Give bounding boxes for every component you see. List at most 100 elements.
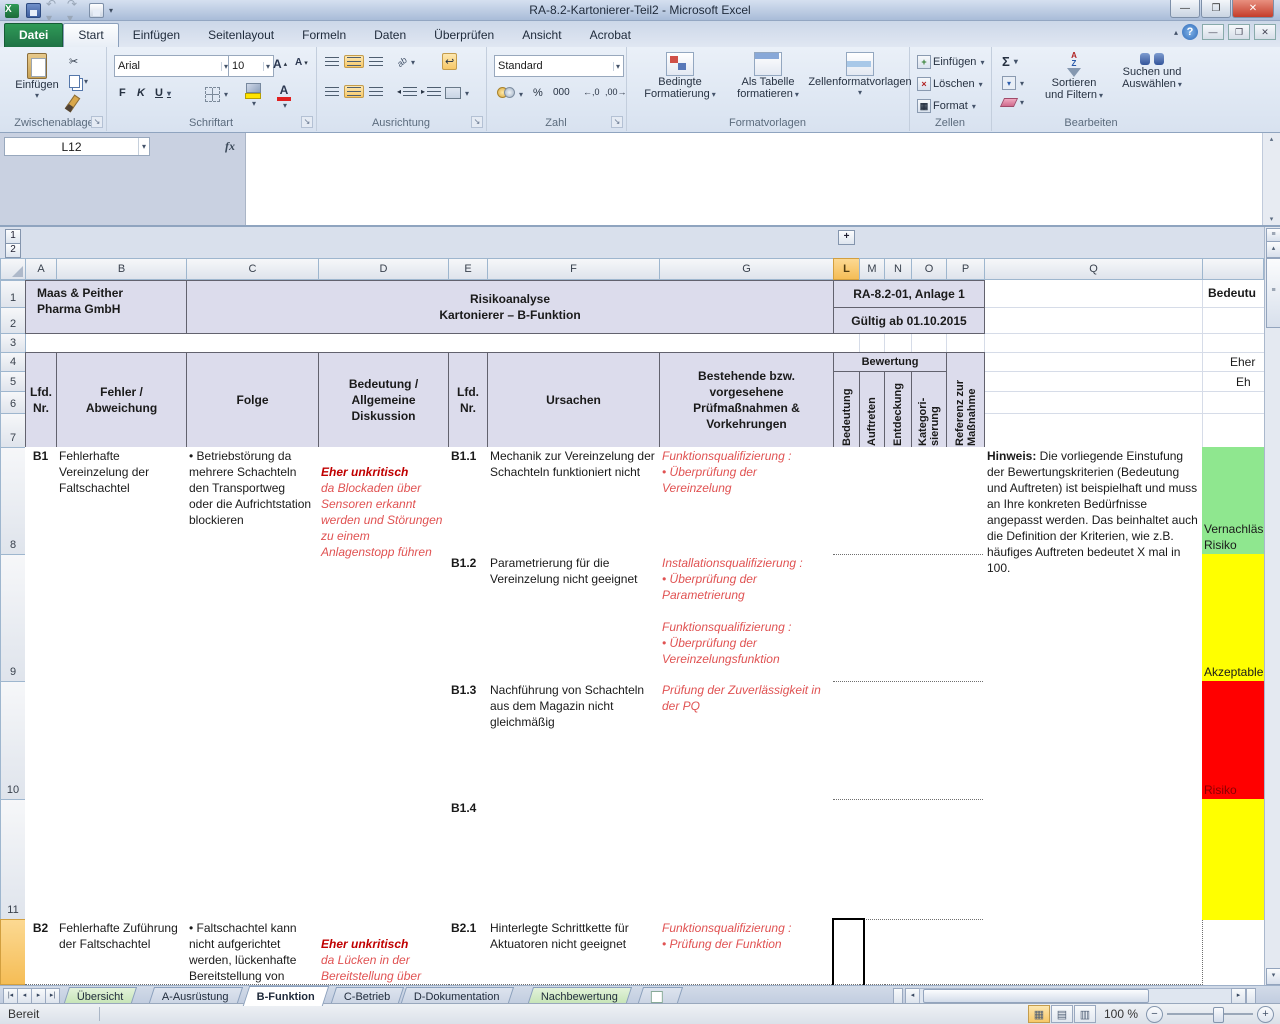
header-lfd-nr[interactable]: Lfd. Nr.: [25, 352, 57, 448]
font-color-button[interactable]: A: [274, 81, 294, 112]
header-v-auftreten[interactable]: Auftreten: [859, 371, 885, 448]
cell-b1-4-ursache[interactable]: [487, 799, 660, 920]
clear-button[interactable]: [999, 96, 1027, 109]
cell-b1-bewertung[interactable]: Eher unkritischda Blockaden über Sensore…: [318, 447, 449, 920]
insert-cells-button[interactable]: +Einfügen: [914, 53, 987, 71]
dialog-launcher-zwischenablage[interactable]: ↘: [91, 116, 103, 128]
cell-b1-2-id[interactable]: B1.2: [448, 554, 488, 682]
tab-splitter[interactable]: [893, 988, 903, 1004]
align-center-button[interactable]: [344, 85, 364, 98]
zoom-slider-thumb[interactable]: [1213, 1007, 1224, 1023]
col-header-A[interactable]: A: [25, 258, 57, 280]
view-page-break-icon[interactable]: ▥: [1074, 1005, 1096, 1023]
decrease-indent-button[interactable]: ◂: [394, 85, 420, 98]
row-header-9[interactable]: 9: [0, 554, 26, 682]
header-pruefmassnahmen[interactable]: Bestehende bzw. vorgesehene Prüfmaßnahme…: [659, 352, 834, 448]
formula-bar-scrollbar[interactable]: ▴▾: [1262, 133, 1280, 225]
header-v-entdeckung[interactable]: Entdeckung: [884, 371, 912, 448]
italic-button[interactable]: K: [134, 85, 148, 101]
sheet-tab-b-funktion[interactable]: B-Funktion: [243, 986, 330, 1006]
fill-button[interactable]: ▾: [999, 74, 1027, 92]
increase-decimal-button[interactable]: ←,0: [580, 85, 603, 99]
cell-b1-3-massnahme[interactable]: Prüfung der Zuverlässigkeit in der PQ: [659, 681, 834, 800]
view-page-layout-icon[interactable]: ▤: [1051, 1005, 1073, 1023]
cell-fragment-eher[interactable]: Eher: [1227, 353, 1264, 371]
cell-b1-3-id[interactable]: B1.3: [448, 681, 488, 800]
format-as-table-button[interactable]: Als Tabelle formatieren: [724, 49, 812, 103]
find-select-button[interactable]: Suchen und Auswählen: [1111, 49, 1193, 93]
cell-b1-2-massnahme[interactable]: Installationsqualifizierung : • Überprüf…: [659, 554, 834, 682]
cell-b1-fehler[interactable]: Fehlerhafte Vereinzelung der Faltschacht…: [56, 447, 187, 920]
cell-b1-3-ursache[interactable]: Nachführung von Schachteln aus dem Magaz…: [487, 681, 660, 800]
cell-valid-from[interactable]: Gültig ab 01.10.2015: [833, 307, 985, 334]
increase-indent-button[interactable]: ▸: [418, 85, 444, 98]
col-header-R-partial[interactable]: [1202, 258, 1264, 280]
borders-button[interactable]: [202, 85, 231, 104]
header-bedeutung[interactable]: Bedeutung / Allgemeine Diskussion: [318, 352, 449, 448]
workbook-restore-icon[interactable]: ❐: [1228, 24, 1250, 40]
conditional-formatting-button[interactable]: Bedingte Formatierung: [634, 49, 726, 103]
workbook-minimize-icon[interactable]: —: [1202, 24, 1224, 40]
cell-risk-red[interactable]: Risiko: [1202, 681, 1264, 800]
save-icon[interactable]: [25, 3, 41, 19]
horizontal-scrollbar[interactable]: [919, 988, 1232, 1004]
dialog-launcher-schriftart[interactable]: ↘: [301, 116, 313, 128]
cell-b2-folge[interactable]: • Faltschachtel kann nicht aufgerichtet …: [186, 919, 319, 985]
cell-main-title[interactable]: Risikoanalyse Kartonierer – B-Funktion: [186, 280, 834, 334]
rating-col-M[interactable]: [859, 447, 885, 985]
merge-center-button[interactable]: [442, 85, 472, 101]
col-header-D[interactable]: D: [318, 258, 449, 280]
select-all-corner[interactable]: [0, 258, 26, 280]
view-normal-icon[interactable]: ▦: [1028, 1005, 1050, 1023]
cell-b2-1-ursache[interactable]: Hinterlegte Schrittkette für Aktuatoren …: [487, 919, 660, 985]
comma-style-button[interactable]: 000: [550, 85, 573, 100]
header-lfd-nr-2[interactable]: Lfd. Nr.: [448, 352, 488, 448]
outline-level-1-button[interactable]: 1: [5, 229, 21, 244]
cell-b1-1-ursache[interactable]: Mechanik zur Vereinzelung der Schachteln…: [487, 447, 660, 555]
header-v-kategorisierung[interactable]: Kategori- sierung: [911, 371, 947, 448]
decrease-font-button[interactable]: A▾: [292, 55, 311, 70]
col-header-P[interactable]: P: [946, 258, 985, 280]
col-header-M[interactable]: M: [859, 258, 885, 280]
col-header-C[interactable]: C: [186, 258, 319, 280]
cell-company[interactable]: Maas & Peither Pharma GmbH: [25, 280, 187, 334]
tab-datei[interactable]: Datei: [4, 23, 63, 47]
cell-b1-1-massnahme[interactable]: Funktionsqualifizierung : • Überprüfung …: [659, 447, 834, 555]
align-right-button[interactable]: [366, 85, 386, 98]
close-button[interactable]: ✕: [1232, 0, 1274, 18]
tab-einfuegen[interactable]: Einfügen: [119, 24, 194, 47]
cell-b1-id[interactable]: B1: [25, 447, 57, 920]
zoom-in-icon[interactable]: +: [1257, 1006, 1274, 1023]
underline-button[interactable]: U: [152, 85, 174, 101]
vertical-scrollbar[interactable]: ≡ ▴ ≡ ▾: [1264, 227, 1280, 985]
col-header-F[interactable]: F: [487, 258, 660, 280]
qat-customize-icon[interactable]: ▾: [109, 6, 113, 15]
rating-col-L[interactable]: [833, 447, 860, 985]
outline-level-2-button[interactable]: 2: [5, 243, 21, 258]
help-icon[interactable]: ?: [1182, 24, 1198, 40]
redo-icon[interactable]: ↷ ▾: [67, 3, 83, 19]
tab-prev-icon[interactable]: ◂: [17, 988, 32, 1004]
cell-q12[interactable]: [984, 919, 1203, 985]
cell-b1-folge[interactable]: • Betriebstörung da mehrere Schachteln d…: [186, 447, 319, 920]
header-fehler[interactable]: Fehler / Abweichung: [56, 352, 187, 448]
percent-style-button[interactable]: %: [530, 85, 546, 101]
tab-acrobat[interactable]: Acrobat: [576, 24, 645, 47]
cell-b1-1-id[interactable]: B1.1: [448, 447, 488, 555]
insert-function-button[interactable]: fx: [218, 137, 242, 156]
print-preview-icon[interactable]: [88, 3, 104, 19]
cell-b1-2-ursache[interactable]: Parametrierung für die Vereinzelung nich…: [487, 554, 660, 682]
header-v-bedeutung[interactable]: Bedeutung: [833, 371, 860, 448]
tab-start[interactable]: Start: [63, 23, 118, 47]
col-header-G[interactable]: G: [659, 258, 834, 280]
rating-col-P[interactable]: [946, 447, 985, 985]
dialog-launcher-ausrichtung[interactable]: ↘: [471, 116, 483, 128]
hscroll-splitter[interactable]: [1246, 988, 1256, 1004]
cell-doc-ref[interactable]: RA-8.2-01, Anlage 1: [833, 280, 985, 308]
row-header-6[interactable]: 6: [0, 391, 26, 414]
undo-icon[interactable]: ↶ ▾: [46, 3, 62, 19]
vscroll-thumb[interactable]: ≡: [1266, 258, 1280, 328]
cell-fragment-eh[interactable]: Eh: [1233, 373, 1264, 391]
dialog-launcher-zahl[interactable]: ↘: [611, 116, 623, 128]
row-header-10[interactable]: 10: [0, 681, 26, 800]
